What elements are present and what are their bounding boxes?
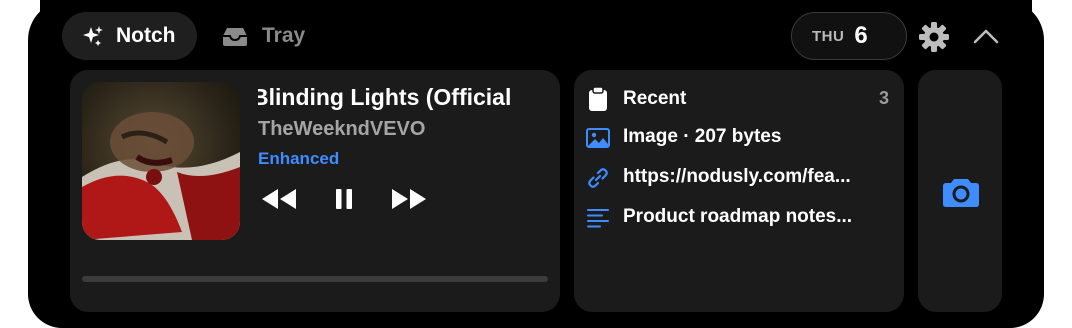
- side-mask-left: [0, 40, 28, 328]
- enhanced-badge: Enhanced: [258, 149, 340, 168]
- fast-forward-icon[interactable]: [390, 183, 428, 215]
- camera-card[interactable]: [918, 70, 1002, 312]
- clipboard-item-text-note[interactable]: Product roadmap notes...: [586, 204, 892, 232]
- tab-tray[interactable]: Tray: [222, 12, 332, 60]
- notch-panel: Notch Tray THU 6 Blinding Lights (Offici…: [0, 0, 1072, 328]
- side-mask-right: [1044, 40, 1072, 328]
- tab-label: Tray: [262, 24, 306, 47]
- corner-mask-left: [0, 0, 108, 80]
- text-lines-icon: [587, 209, 609, 228]
- clipboard-item-image[interactable]: Image · 207 bytes: [586, 124, 892, 152]
- clipboard-title: Recent: [623, 88, 687, 109]
- bottom-mask-right: [964, 248, 1072, 328]
- clipboard-count: 3: [878, 88, 889, 108]
- clipboard-item-text: https://nodusly.com/fea...: [623, 166, 851, 187]
- tab-label: Notch: [116, 24, 176, 47]
- image-icon: [586, 128, 610, 148]
- clipboard-card: Recent 3 Image · 207 bytes https://nodus…: [574, 70, 904, 312]
- rewind-icon[interactable]: [260, 183, 298, 215]
- pause-icon[interactable]: [334, 183, 354, 215]
- track-title-marquee: Blinding Lights (Official: [258, 80, 548, 114]
- sparkles-icon: [83, 26, 103, 46]
- clipboard-item-text: Image · 207 bytes: [623, 126, 782, 147]
- media-player-card: Blinding Lights (Official TheWeekndVEVO …: [70, 70, 560, 312]
- day-label: 6: [854, 22, 868, 49]
- clipboard-item-link[interactable]: https://nodusly.com/fea...: [586, 164, 892, 192]
- clipboard-item-text: Product roadmap notes...: [623, 206, 853, 227]
- album-artwork[interactable]: [82, 82, 240, 240]
- track-artist: TheWeekndVEVO: [258, 118, 426, 140]
- camera-icon[interactable]: [942, 176, 980, 208]
- tray-icon: [223, 28, 247, 46]
- bottom-mask-left: [0, 248, 108, 328]
- track-title: Blinding Lights (Official: [258, 84, 512, 110]
- clipboard-header: Recent 3: [586, 86, 892, 114]
- weekday-label: THU: [812, 27, 845, 45]
- chevron-up-icon[interactable]: [972, 26, 1000, 46]
- link-icon: [588, 168, 608, 188]
- clipboard-icon: [589, 86, 607, 111]
- progress-bar[interactable]: [82, 276, 548, 282]
- corner-mask-right: [964, 0, 1072, 80]
- gear-icon[interactable]: [918, 21, 950, 53]
- tab-notch[interactable]: Notch: [62, 12, 197, 60]
- date-pill[interactable]: THU 6: [791, 12, 907, 60]
